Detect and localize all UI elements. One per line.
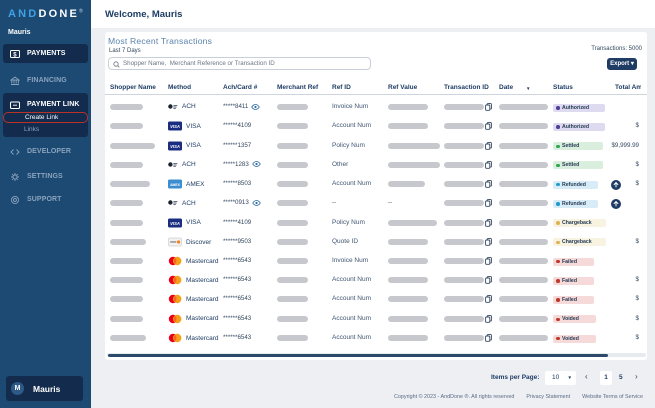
svg-text:VISA: VISA <box>170 124 180 129</box>
svg-text:VISA: VISA <box>170 221 180 226</box>
svg-text:$: $ <box>13 52 17 58</box>
svg-text:VISA: VISA <box>170 144 180 149</box>
svg-text:AMEX: AMEX <box>170 183 181 187</box>
